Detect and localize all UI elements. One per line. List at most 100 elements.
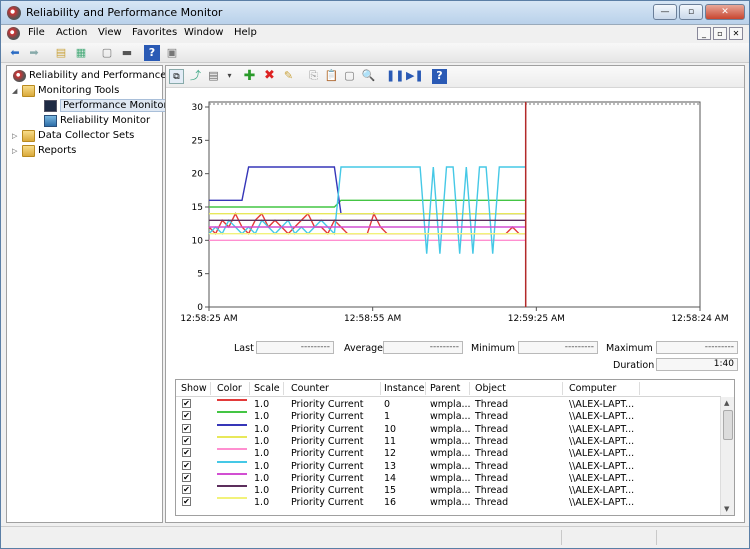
show-checkbox[interactable]: ✔ xyxy=(182,435,191,445)
up-folder-icon[interactable]: ▤ xyxy=(53,45,69,61)
cell-instance: 0 xyxy=(384,399,391,410)
cell-computer: \\ALEX-LAPT... xyxy=(569,435,635,447)
menu-window[interactable]: Window xyxy=(184,27,223,38)
column-counter[interactable]: Counter xyxy=(291,383,329,394)
menu-favorites[interactable]: Favorites xyxy=(132,27,177,38)
color-swatch xyxy=(217,460,247,463)
export-list-icon[interactable]: ▬ xyxy=(119,45,135,61)
column-object[interactable]: Object xyxy=(475,383,506,394)
back-arrow-icon[interactable]: ⬅ xyxy=(7,45,23,61)
title-bar[interactable]: Reliability and Performance Monitor — ▫ … xyxy=(1,1,749,25)
column-parent[interactable]: Parent xyxy=(430,383,460,394)
legend-row[interactable]: ✔ 1.0 Priority Current 14 wmpla... Thread \\AL… xyxy=(176,472,721,485)
cell-instance: 12 xyxy=(384,448,397,460)
menu-view[interactable]: View xyxy=(98,27,122,38)
help-icon[interactable]: ? xyxy=(432,69,447,84)
copy-properties-icon[interactable]: ⎘ xyxy=(306,69,321,84)
mdi-minimize-button[interactable]: _ xyxy=(697,27,711,40)
legend-row[interactable]: ✔ 1.0 Priority Current 16 wmpla... Thread \\AL… xyxy=(176,497,721,509)
legend-row[interactable]: ✔ 1.0 Priority Current 13 wmpla... Thread \\AL… xyxy=(176,460,721,473)
forward-arrow-icon[interactable]: ➡ xyxy=(26,45,42,61)
mdi-restore-button[interactable]: ▫ xyxy=(713,27,727,40)
tree-item-reports[interactable]: ▷ Reports xyxy=(7,144,162,159)
show-checkbox[interactable]: ✔ xyxy=(182,399,191,408)
delete-counter-icon[interactable]: ✖ xyxy=(262,69,277,84)
help-icon[interactable]: ? xyxy=(144,45,160,61)
cell-scale: 1.0 xyxy=(254,460,270,472)
y-tick-label: 30 xyxy=(192,103,204,113)
reliability-monitor-icon xyxy=(44,115,57,127)
tree-item-performance-monitor[interactable]: Performance Monitor xyxy=(7,99,171,114)
column-color[interactable]: Color xyxy=(217,383,242,394)
legend-row[interactable]: ✔ 1.0 Priority Current 0 wmpla... Thread \\ALE… xyxy=(176,399,721,411)
legend-row[interactable]: ✔ 1.0 Priority Current 10 wmpla... Thread \\AL… xyxy=(176,423,721,436)
freeze-display-icon[interactable]: ❚❚ xyxy=(386,69,404,84)
maximize-button[interactable]: ▫ xyxy=(679,4,703,20)
system-menu-icon[interactable] xyxy=(7,27,20,40)
tree-item-data-collector-sets[interactable]: ▷ Data Collector Sets xyxy=(7,129,162,144)
menu-file[interactable]: File xyxy=(28,27,45,38)
average-label: Average xyxy=(344,343,384,354)
show-checkbox[interactable]: ✔ xyxy=(182,460,191,470)
view-current-activity-icon[interactable]: ⧉ xyxy=(169,69,184,84)
y-tick-label: 5 xyxy=(197,270,203,280)
show-checkbox[interactable]: ✔ xyxy=(182,448,191,458)
plot-area xyxy=(208,101,701,308)
cell-computer: \\ALEX-LAPT... xyxy=(569,448,635,460)
cell-computer: \\ALEX-LAPT... xyxy=(569,460,635,472)
last-label: Last xyxy=(234,343,254,354)
change-graph-type-icon[interactable]: ▤ xyxy=(206,69,221,84)
show-checkbox[interactable]: ✔ xyxy=(182,423,191,433)
cell-counter: Priority Current xyxy=(291,497,364,509)
action-pane-icon[interactable]: ▣ xyxy=(164,45,180,61)
legend-scrollbar[interactable]: ▲ ▼ xyxy=(720,397,734,515)
y-tick-label: 25 xyxy=(192,136,203,146)
cell-counter: Priority Current xyxy=(291,448,364,460)
cell-counter: Priority Current xyxy=(291,411,364,423)
tree-item-label: Reliability and Performance xyxy=(29,70,167,81)
legend-row[interactable]: ✔ 1.0 Priority Current 12 wmpla... Thread \\AL… xyxy=(176,448,721,460)
paste-counter-list-icon[interactable]: 📋 xyxy=(324,69,339,84)
legend-row[interactable]: ✔ 1.0 Priority Current 1 wmpla... Thread \\ALE… xyxy=(176,411,721,423)
tree-item-reliability-and-performance[interactable]: Reliability and Performance xyxy=(7,69,166,84)
column-computer[interactable]: Computer xyxy=(569,383,616,394)
tree-item-label: Reports xyxy=(38,145,77,156)
legend-row[interactable]: ✔ 1.0 Priority Current 11 wmpla... Thread \\AL… xyxy=(176,435,721,448)
menu-action[interactable]: Action xyxy=(56,27,87,38)
tree-item-reliability-monitor[interactable]: Reliability Monitor xyxy=(7,114,162,129)
minimize-button[interactable]: — xyxy=(653,4,677,20)
properties-icon[interactable]: ▢ xyxy=(342,69,357,84)
mdi-close-button[interactable]: ✕ xyxy=(729,27,743,40)
scrollbar-thumb[interactable] xyxy=(723,410,733,440)
show-checkbox[interactable]: ✔ xyxy=(182,485,191,495)
legend-row[interactable]: ✔ 1.0 Priority Current 15 wmpla... Thread \\AL… xyxy=(176,485,721,497)
show-checkbox[interactable]: ✔ xyxy=(182,411,191,421)
add-counter-icon[interactable]: ✚ xyxy=(242,69,257,84)
view-log-data-icon[interactable]: ⤴ xyxy=(188,69,203,84)
menu-help[interactable]: Help xyxy=(234,27,257,38)
tree-item-label: Monitoring Tools xyxy=(38,85,120,96)
tree-expander-icon[interactable]: ◢ xyxy=(12,87,17,95)
tree-expander-icon[interactable]: ▷ xyxy=(12,132,17,140)
tree-item-monitoring-tools[interactable]: ◢ Monitoring Tools xyxy=(7,84,162,99)
show-checkbox[interactable]: ✔ xyxy=(182,497,191,507)
cell-computer: \\ALEX-LAPT... xyxy=(569,485,635,497)
update-data-icon[interactable]: ▶❚ xyxy=(406,69,424,84)
show-hide-tree-icon[interactable]: ▦ xyxy=(73,45,89,61)
tree-item-label: Reliability Monitor xyxy=(60,115,151,126)
column-scale[interactable]: Scale xyxy=(254,383,280,394)
show-checkbox[interactable]: ✔ xyxy=(182,472,191,482)
close-button[interactable]: ✕ xyxy=(705,4,745,20)
tree-expander-icon[interactable]: ▷ xyxy=(12,147,17,155)
column-instance[interactable]: Instance xyxy=(384,383,424,394)
highlight-icon[interactable]: ✎ xyxy=(281,69,296,84)
cell-object: Thread xyxy=(475,448,509,460)
graph-type-dropdown-icon[interactable]: ▾ xyxy=(222,69,237,84)
cell-parent: wmpla... xyxy=(430,411,471,423)
zoom-icon[interactable]: 🔍 xyxy=(361,69,376,84)
properties-icon[interactable]: ▢ xyxy=(99,45,115,61)
cell-object: Thread xyxy=(475,399,509,410)
cell-scale: 1.0 xyxy=(254,423,270,435)
line-graph[interactable]: 0 5 10 15 20 25 30 12:58:25 AM 12:58:55 AM 12:59:… xyxy=(166,89,744,334)
column-show[interactable]: Show xyxy=(181,383,207,394)
